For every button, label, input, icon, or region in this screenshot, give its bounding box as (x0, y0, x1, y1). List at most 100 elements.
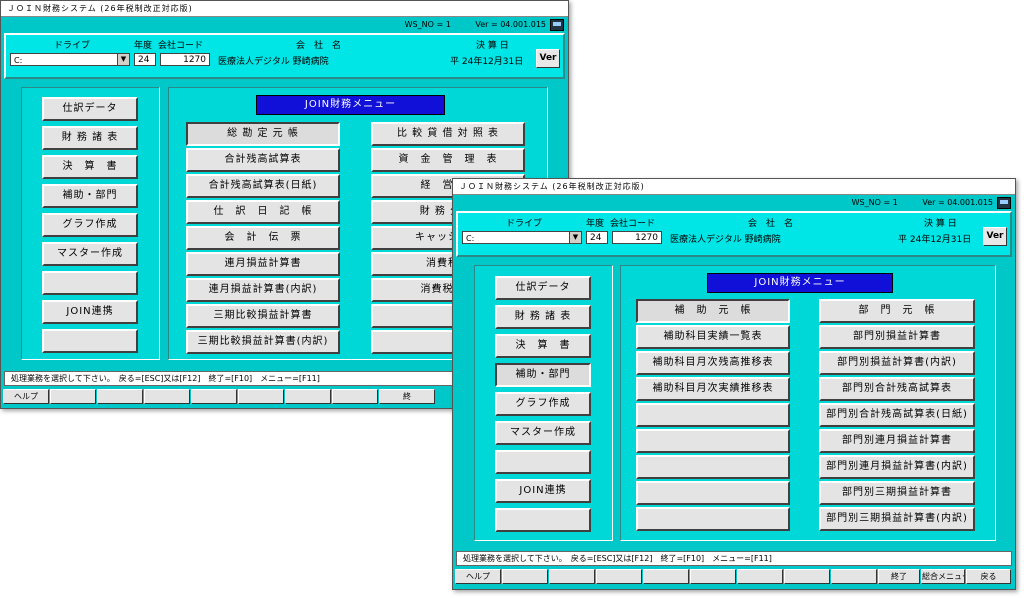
side-button-aux-department[interactable]: 補助・部門 (495, 363, 591, 387)
company-code-field[interactable]: 1270 (160, 53, 210, 66)
monitor-icon[interactable] (550, 19, 564, 31)
fkey-6[interactable] (238, 389, 284, 404)
menu-button-empty[interactable] (636, 403, 790, 427)
drive-value: C: (14, 56, 23, 65)
side-button-financial-statements[interactable]: 財 務 諸 表 (42, 126, 138, 150)
fkey-9[interactable] (831, 569, 877, 584)
monitor-icon[interactable] (997, 197, 1011, 209)
ver-button[interactable]: Ver (983, 227, 1007, 246)
closing-date: 平 24年12月31日 (898, 235, 972, 245)
menu-button-general-ledger[interactable]: 総 勘 定 元 帳 (186, 122, 340, 146)
menu-button-trial-balance[interactable]: 合計残高試算表 (186, 148, 340, 172)
menu-button-trial-balance-daily[interactable]: 合計残高試算表(日紙) (186, 174, 340, 198)
menu-button-dept-trial-balance[interactable]: 部門別合計残高試算表 (819, 377, 975, 401)
side-button-join-link[interactable]: JOIN連携 (42, 300, 138, 324)
menu-button-dept-pl-detail[interactable]: 部門別損益計算書(内訳) (819, 351, 975, 375)
menu-button-fund-management[interactable]: 資 金 管 理 表 (371, 148, 525, 172)
function-key-bar: ヘルプ 終了 総合メニュー 戻る (455, 569, 1013, 585)
fkey-3[interactable] (97, 389, 143, 404)
fkey-help[interactable]: ヘルプ (3, 389, 49, 404)
menu-button-dept-three-period-pl-detail[interactable]: 部門別三期損益計算書(内訳) (819, 507, 975, 531)
menu-button-aux-results-list[interactable]: 補助科目実績一覧表 (636, 325, 790, 349)
side-panel: 仕訳データ 財 務 諸 表 決 算 書 補助・部門 グラフ作成 マスター作成 J… (474, 265, 613, 541)
side-button-journal[interactable]: 仕訳データ (42, 97, 138, 121)
menu-button-empty[interactable] (636, 455, 790, 479)
fkey-2[interactable] (502, 569, 548, 584)
fkey-7[interactable] (737, 569, 783, 584)
menu-button-empty[interactable] (636, 507, 790, 531)
window-title: ＪＯＩＮ財務システム (26年税制改正対応版) (453, 179, 1015, 195)
fkey-5[interactable] (191, 389, 237, 404)
side-button-journal[interactable]: 仕訳データ (495, 276, 591, 300)
window-title: ＪＯＩＮ財務システム (26年税制改正対応版) (1, 1, 568, 17)
menu-button-empty[interactable] (636, 429, 790, 453)
menu-button-aux-monthly-results[interactable]: 補助科目月次実績推移表 (636, 377, 790, 401)
fkey-5[interactable] (643, 569, 689, 584)
drive-select[interactable]: C: ▼ (10, 53, 130, 66)
main-menu-panel: JOIN財務メニュー 補 助 元 帳 補助科目実績一覧表 補助科目月次残高推移表… (620, 265, 996, 541)
chevron-down-icon[interactable]: ▼ (569, 232, 581, 243)
side-button-aux-department[interactable]: 補助・部門 (42, 184, 138, 208)
menu-button-dept-monthly-pl-detail[interactable]: 部門別連月損益計算書(内訳) (819, 455, 975, 479)
menu-button-comparative-bs[interactable]: 比 較 貸 借 対 照 表 (371, 122, 525, 146)
fkey-main-menu[interactable]: 総合メニュー (921, 569, 965, 584)
side-button-financial-statements[interactable]: 財 務 諸 表 (495, 305, 591, 329)
company-name: 医療法人デジタル 野崎病院 (670, 235, 781, 245)
fkey-3[interactable] (549, 569, 595, 584)
side-button-empty[interactable] (42, 271, 138, 295)
drive-select[interactable]: C: ▼ (462, 231, 582, 244)
drive-label: ドライブ (506, 219, 543, 229)
side-button-join-link[interactable]: JOIN連携 (495, 479, 591, 503)
year-label: 年度 (586, 219, 605, 229)
fkey-8[interactable] (332, 389, 378, 404)
menu-button-three-period-pl[interactable]: 三期比較損益計算書 (186, 304, 340, 328)
company-code-field[interactable]: 1270 (612, 231, 662, 244)
fkey-end[interactable]: 終了 (878, 569, 920, 584)
side-button-settlement[interactable]: 決 算 書 (42, 155, 138, 179)
ver-button[interactable]: Ver (536, 49, 560, 68)
menu-button-aux-ledger[interactable]: 補 助 元 帳 (636, 299, 790, 323)
fkey-7[interactable] (285, 389, 331, 404)
menu-button-dept-pl[interactable]: 部門別損益計算書 (819, 325, 975, 349)
drive-label: ドライブ (54, 41, 91, 51)
fkey-8[interactable] (784, 569, 830, 584)
year-field[interactable]: 24 (134, 53, 156, 66)
fkey-2[interactable] (50, 389, 96, 404)
fkey-4[interactable] (144, 389, 190, 404)
fkey-back[interactable]: 戻る (966, 569, 1011, 584)
menu-button-empty[interactable] (636, 481, 790, 505)
menu-button-dept-monthly-pl[interactable]: 部門別連月損益計算書 (819, 429, 975, 453)
side-button-empty[interactable] (495, 450, 591, 474)
version-text: Ver = 04.001.015 (922, 198, 993, 207)
menu-button-aux-monthly-balance[interactable]: 補助科目月次残高推移表 (636, 351, 790, 375)
company-header: ドライブ 年度 会社コード 会 社 名 決 算 日 C: ▼ 24 1270 医… (4, 33, 565, 79)
fkey-help[interactable]: ヘルプ (455, 569, 501, 584)
menu-button-journal-book[interactable]: 仕 訳 日 記 帳 (186, 200, 340, 224)
closing-date: 平 24年12月31日 (450, 57, 524, 67)
side-button-empty[interactable] (495, 508, 591, 532)
closing-date-label: 決 算 日 (476, 41, 509, 51)
company-name-label: 会 社 名 (748, 219, 794, 229)
version-text: Ver = 04.001.015 (475, 20, 546, 29)
side-button-master[interactable]: マスター作成 (495, 421, 591, 445)
chevron-down-icon[interactable]: ▼ (117, 54, 129, 65)
menu-button-voucher[interactable]: 会 計 伝 票 (186, 226, 340, 250)
fkey-4[interactable] (596, 569, 642, 584)
menu-button-three-period-pl-detail[interactable]: 三期比較損益計算書(内訳) (186, 330, 340, 354)
year-field[interactable]: 24 (586, 231, 608, 244)
menu-button-dept-three-period-pl[interactable]: 部門別三期損益計算書 (819, 481, 975, 505)
side-button-graph[interactable]: グラフ作成 (495, 392, 591, 416)
side-button-master[interactable]: マスター作成 (42, 242, 138, 266)
side-button-settlement[interactable]: 決 算 書 (495, 334, 591, 358)
fkey-end[interactable]: 終 (379, 389, 435, 404)
ws-info: WS_NO = 1 Ver = 04.001.015 (405, 18, 546, 32)
company-name-label: 会 社 名 (296, 41, 342, 51)
menu-button-dept-ledger[interactable]: 部 門 元 帳 (819, 299, 975, 323)
side-button-empty[interactable] (42, 329, 138, 353)
fkey-6[interactable] (690, 569, 736, 584)
menu-button-monthly-pl[interactable]: 連月損益計算書 (186, 252, 340, 276)
closing-date-label: 決 算 日 (924, 219, 957, 229)
side-button-graph[interactable]: グラフ作成 (42, 213, 138, 237)
menu-button-monthly-pl-detail[interactable]: 連月損益計算書(内訳) (186, 278, 340, 302)
menu-button-dept-trial-balance-daily[interactable]: 部門別合計残高試算表(日紙) (819, 403, 975, 427)
